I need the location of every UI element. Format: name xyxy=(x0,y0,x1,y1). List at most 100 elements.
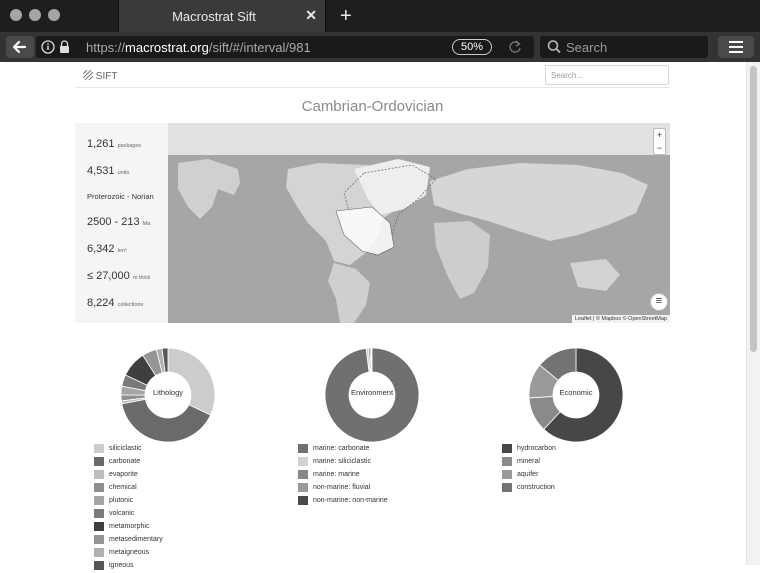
map-landmass xyxy=(178,159,240,219)
legend-label: marine: marine xyxy=(313,471,360,478)
close-window-button[interactable] xyxy=(10,9,22,21)
legend-label: construction xyxy=(517,484,555,491)
stat-units: 4,531 units xyxy=(87,165,129,177)
stat-thickness: ≤ 27,000 m thick xyxy=(87,270,150,282)
sift-logo[interactable]: SIFT xyxy=(82,69,117,82)
menu-button[interactable] xyxy=(718,36,754,58)
lithology-donut-chart: Lithology xyxy=(118,345,218,445)
map-tiles xyxy=(168,123,670,323)
legend-swatch xyxy=(94,561,104,570)
legend-swatch xyxy=(298,457,308,466)
maximize-window-button[interactable] xyxy=(48,9,60,21)
map-zoom-in-button[interactable]: + xyxy=(654,129,665,142)
url-scheme: https:// xyxy=(86,40,126,55)
environment-chart-title: Environment xyxy=(350,388,394,397)
economic-donut-chart: Economic xyxy=(526,345,626,445)
stat-collections-unit: collections xyxy=(117,302,144,308)
legend-label: igneous xyxy=(109,562,134,569)
map-landmass xyxy=(434,221,490,299)
tab-macrostrat-sift[interactable]: Macrostrat Sift ✕ xyxy=(118,0,326,32)
legend-swatch xyxy=(298,496,308,505)
legend-label: non-marine: fluvial xyxy=(313,484,371,491)
stat-area: 6,342 km² xyxy=(87,243,127,255)
url-bar[interactable]: https://macrostrat.org/sift/#/interval/9… xyxy=(36,36,534,58)
stat-collections-value: 8,224 xyxy=(87,297,115,309)
legend-label: volcanic xyxy=(109,510,135,517)
site-info-lock-icon[interactable] xyxy=(36,36,80,58)
site-navbar: SIFT xyxy=(75,62,670,88)
legend-label: siliciclastic xyxy=(109,445,142,452)
back-arrow-icon xyxy=(12,40,27,54)
site-search-input[interactable] xyxy=(545,65,669,85)
map-attribution[interactable]: Leaflet | © Mapbox © OpenStreetMap xyxy=(571,315,670,323)
back-button[interactable] xyxy=(6,36,34,58)
donut-slice-non-marine-non-marine[interactable] xyxy=(371,347,373,373)
legend-swatch xyxy=(94,483,104,492)
legend-label: marine: carbonate xyxy=(313,445,370,452)
navigation-toolbar: https://macrostrat.org/sift/#/interval/9… xyxy=(0,32,760,62)
tab-bar: Macrostrat Sift ✕ + xyxy=(0,0,760,32)
legend-label: marine: siliciclastic xyxy=(313,458,371,465)
legend-swatch xyxy=(94,548,104,557)
legend-swatch xyxy=(502,470,512,479)
legend-swatch xyxy=(298,483,308,492)
map-zoom-out-button[interactable]: − xyxy=(654,142,665,155)
url-text: https://macrostrat.org/sift/#/interval/9… xyxy=(86,40,311,55)
legend-label: chemical xyxy=(109,484,137,491)
donut-slice-siliciclastic[interactable] xyxy=(167,347,216,416)
tab-close-icon[interactable]: ✕ xyxy=(305,7,317,24)
stat-area-unit: km² xyxy=(117,248,127,254)
url-host: macrostrat.org xyxy=(125,40,209,55)
vertical-scrollbar[interactable] xyxy=(746,62,760,565)
scrollbar-thumb[interactable] xyxy=(750,66,757,352)
stat-age-unit: Ma xyxy=(142,221,151,227)
new-tab-button[interactable]: + xyxy=(340,5,352,28)
map-layers-button[interactable]: ≡ xyxy=(650,293,668,311)
map-landmass xyxy=(328,263,370,323)
legend-label: mineral xyxy=(517,458,540,465)
stat-collections: 8,224 collections xyxy=(87,297,143,309)
browser-search-bar[interactable]: Search xyxy=(540,36,708,58)
legend-label: metaigneous xyxy=(109,549,150,556)
legend-label: plutonic xyxy=(109,497,134,504)
legend-label: non-marine: non-marine xyxy=(313,497,388,504)
legend-swatch xyxy=(502,483,512,492)
reload-icon[interactable] xyxy=(508,38,522,56)
legend-label: carbonate xyxy=(109,458,141,465)
browser-chrome: Macrostrat Sift ✕ + https://macrostrat.o… xyxy=(0,0,760,62)
page-title: Cambrian-Ordovician xyxy=(301,98,444,115)
sift-logo-icon xyxy=(82,69,94,81)
stat-interval-range: Proterozoic - Norian xyxy=(87,192,154,201)
search-icon xyxy=(547,40,561,54)
legend-swatch xyxy=(298,470,308,479)
browser-search-placeholder: Search xyxy=(566,40,608,55)
minimize-window-button[interactable] xyxy=(29,9,41,21)
legend-swatch xyxy=(94,522,104,531)
stat-packages-value: 1,261 xyxy=(87,138,115,150)
stat-thickness-value: ≤ 27,000 xyxy=(87,270,130,282)
legend-label: metamorphic xyxy=(109,523,150,530)
legend-label: metasedimentary xyxy=(109,536,163,543)
map-polar-band xyxy=(168,123,670,155)
stat-area-value: 6,342 xyxy=(87,243,115,255)
legend-label: hydrocarbon xyxy=(517,445,556,452)
hamburger-icon xyxy=(729,41,743,53)
world-map[interactable]: + − ≡ Leaflet | © Mapbox © OpenStreetMap xyxy=(168,123,670,323)
stat-age-value: 2500 - 213 xyxy=(87,216,140,228)
legend-swatch xyxy=(94,535,104,544)
legend-swatch xyxy=(94,457,104,466)
legend-swatch xyxy=(94,470,104,479)
legend-swatch xyxy=(298,444,308,453)
zoom-indicator[interactable]: 50% xyxy=(452,39,492,55)
stat-thickness-unit: m thick xyxy=(132,275,151,281)
map-zoom-control: + − xyxy=(653,128,666,155)
map-landmass xyxy=(570,259,620,291)
economic-chart-title: Economic xyxy=(559,388,593,397)
url-path: /sift/#/interval/981 xyxy=(208,40,311,55)
stat-packages-unit: packages xyxy=(117,143,142,149)
legend-label: aquifer xyxy=(517,471,539,478)
environment-donut-chart: Environment xyxy=(322,345,422,445)
legend-swatch xyxy=(94,509,104,518)
legend-label: evaporite xyxy=(109,471,138,478)
stat-units-unit: units xyxy=(117,170,130,176)
